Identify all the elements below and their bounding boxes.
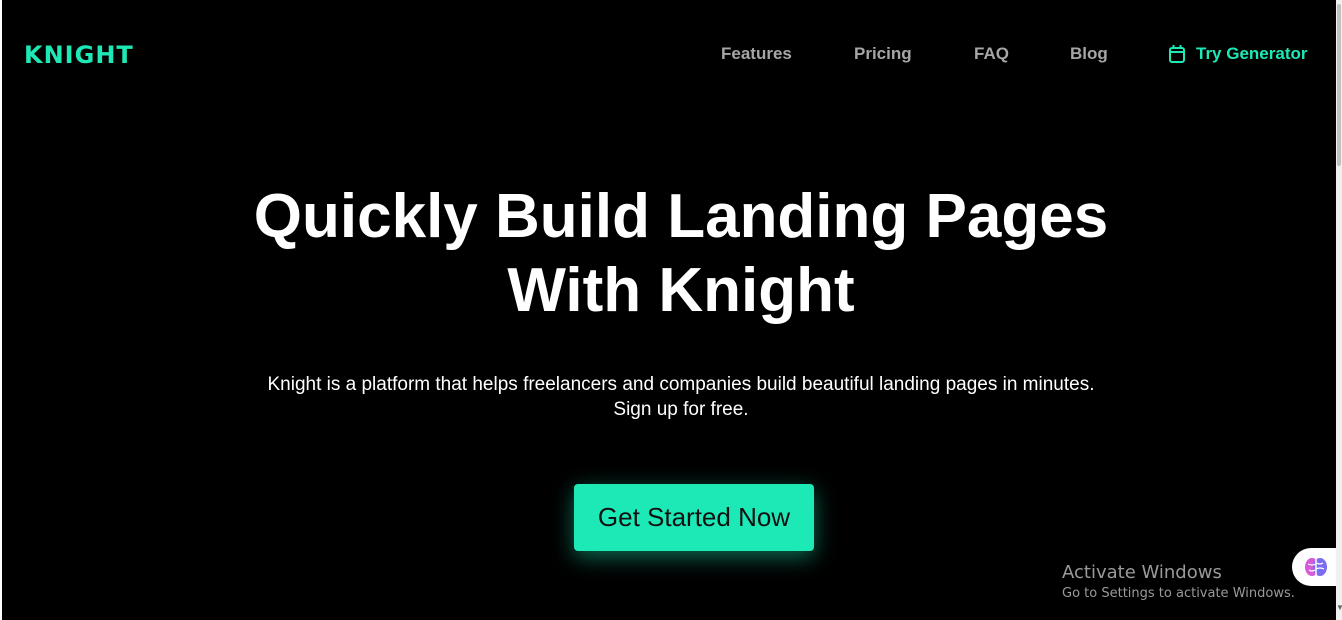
landing-page: KNIGHT Features Pricing FAQ Blog Try Gen… xyxy=(2,0,1336,620)
floating-assistant-button[interactable] xyxy=(1292,548,1336,586)
hero-subtext-line2: Sign up for free. xyxy=(613,399,749,420)
hero-subtext: Knight is a platform that helps freelanc… xyxy=(2,372,1336,422)
top-nav: Features Pricing FAQ Blog Try Generator xyxy=(2,42,1336,66)
brain-icon xyxy=(1305,558,1327,576)
nav-link-features[interactable]: Features xyxy=(721,42,792,66)
get-started-button[interactable]: Get Started Now xyxy=(574,484,814,551)
try-generator-label: Try Generator xyxy=(1196,44,1308,63)
nav-link-try-generator[interactable]: Try Generator xyxy=(1168,42,1308,66)
nav-link-pricing[interactable]: Pricing xyxy=(854,42,912,66)
scroll-down-arrow-icon[interactable]: ▼ xyxy=(1336,604,1342,612)
activate-windows-title: Activate Windows xyxy=(1062,562,1222,583)
nav-link-blog[interactable]: Blog xyxy=(1070,42,1108,66)
scrollbar-thumb[interactable] xyxy=(1337,4,1341,166)
page-scrollbar[interactable]: ▼ xyxy=(1336,0,1342,620)
hero-subtext-line1: Knight is a platform that helps freelanc… xyxy=(267,374,1095,395)
nav-link-faq[interactable]: FAQ xyxy=(974,42,1009,66)
calendar-icon xyxy=(1169,45,1185,63)
activate-windows-subtitle: Go to Settings to activate Windows. xyxy=(1062,586,1295,601)
hero-headline-line2: With Knight xyxy=(507,256,855,325)
hero-headline-line1: Quickly Build Landing Pages xyxy=(253,182,1109,251)
activate-windows-watermark: Activate Windows Go to Settings to activ… xyxy=(1062,561,1295,603)
hero-headline: Quickly Build Landing Pages With Knight xyxy=(2,180,1336,328)
